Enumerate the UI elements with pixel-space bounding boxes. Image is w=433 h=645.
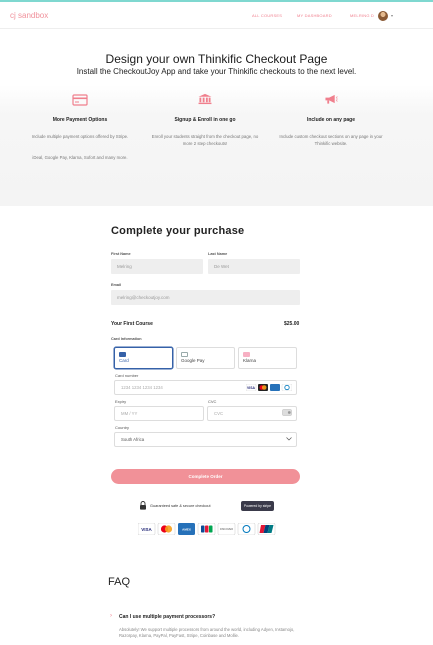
feature-text-payment-methods: iDeal, Google Pay, Klarna, Sofort and ma… xyxy=(32,155,128,160)
cvc-card-icon xyxy=(282,409,292,416)
last-name-input[interactable]: De Wet xyxy=(208,259,300,274)
chevron-right-icon[interactable]: › xyxy=(110,613,112,619)
feature-title-payment: More Payment Options xyxy=(52,117,108,123)
first-name-input[interactable]: Melring xyxy=(111,259,203,274)
complete-order-button[interactable]: Complete Order xyxy=(111,469,300,484)
card-number-label: Card number xyxy=(115,373,139,378)
top-nav: cj sandbox ALL COURSES MY DASHBOARD MELR… xyxy=(0,2,433,29)
feature-title-any-page: Include on any page xyxy=(306,117,356,123)
email-label: Email xyxy=(111,283,122,287)
nav-link-all-courses[interactable]: ALL COURSES xyxy=(252,13,282,18)
tab-card-label: Card xyxy=(119,358,129,363)
megaphone-icon xyxy=(325,94,338,104)
cvc-label: CVC xyxy=(208,399,217,404)
site-logo[interactable]: cj sandbox xyxy=(10,11,48,20)
feature-title-signup: Signup & Enroll in one go xyxy=(174,117,236,123)
faq-question[interactable]: Can I use multiple payment processors? xyxy=(119,614,215,620)
feature-text-signup: Enroll your students straight from the c… xyxy=(151,134,259,146)
klarna-icon xyxy=(243,352,250,357)
faq-answer: Absolutely! We support multiple processo… xyxy=(119,627,295,639)
svg-text:DISCOVER: DISCOVER xyxy=(220,528,233,531)
tab-google-pay[interactable]: Google Pay xyxy=(176,347,235,369)
bank-icon xyxy=(198,93,212,105)
hero-title: Design your own Thinkific Checkout Page xyxy=(105,52,328,66)
secure-checkout-text: Guaranteed safe & secure checkout xyxy=(150,504,211,508)
card-tab-icon xyxy=(119,352,126,357)
tab-klarna[interactable]: Klarna xyxy=(238,347,297,369)
stripe-badge: Powered by stripe xyxy=(241,501,274,511)
expiry-input[interactable]: MM / YY xyxy=(114,406,204,421)
chevron-down-icon[interactable]: ▾ xyxy=(391,13,393,18)
course-price: $25.00 xyxy=(284,321,300,327)
nav-link-dashboard[interactable]: MY DASHBOARD xyxy=(297,13,332,18)
expiry-label: Expiry xyxy=(115,399,127,404)
svg-text:VISA: VISA xyxy=(247,386,255,390)
email-field[interactable]: melring@checkoutjoy.com xyxy=(111,290,300,305)
nav-user-name[interactable]: MELRING D xyxy=(350,13,374,18)
country-label: Country xyxy=(115,425,130,430)
tab-google-pay-label: Google Pay xyxy=(181,358,205,363)
avatar[interactable] xyxy=(378,11,388,21)
feature-text-payment: Include multiple payment options offered… xyxy=(31,134,129,139)
card-brands-icon: VISA xyxy=(246,384,292,391)
payment-logos: VISA AMEX DISCOVER xyxy=(138,523,276,535)
faq-title: FAQ xyxy=(108,576,131,588)
credit-card-icon xyxy=(72,94,88,106)
tab-card[interactable]: Card xyxy=(114,347,173,369)
tab-klarna-label: Klarna xyxy=(243,358,257,363)
svg-text:VISA: VISA xyxy=(141,527,152,532)
checkout-title: Complete your purchase xyxy=(111,225,245,237)
first-name-label: First Name xyxy=(111,252,131,256)
card-info-label: Card Information xyxy=(111,337,142,341)
last-name-label: Last Name xyxy=(208,252,228,256)
chevron-down-icon xyxy=(286,437,292,441)
google-pay-icon xyxy=(181,352,188,357)
svg-text:AMEX: AMEX xyxy=(182,528,191,532)
course-name: Your First Course xyxy=(111,321,153,327)
country-select[interactable]: South Africa xyxy=(114,432,297,447)
feature-text-any-page: Include custom checkout sections on any … xyxy=(279,134,383,146)
hero-subtitle: Install the CheckoutJoy App and take you… xyxy=(76,67,357,76)
lock-icon xyxy=(140,501,146,510)
